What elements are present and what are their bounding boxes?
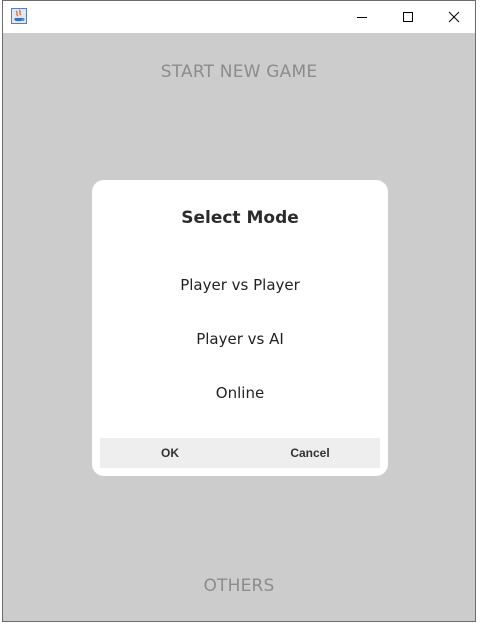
java-app-icon: [11, 8, 27, 24]
minimize-icon: [356, 8, 368, 27]
option-player-vs-ai[interactable]: Player vs AI: [92, 330, 388, 348]
dialog-title: Select Mode: [181, 208, 299, 228]
select-mode-dialog: Select Mode Player vs Player Player vs A…: [92, 180, 388, 476]
maximize-button[interactable]: [385, 1, 431, 33]
close-button[interactable]: [431, 1, 477, 33]
dialog-button-bar: OK Cancel: [100, 438, 380, 468]
title-bar[interactable]: [3, 1, 475, 33]
option-online[interactable]: Online: [92, 384, 388, 402]
cancel-button[interactable]: Cancel: [280, 438, 340, 468]
app-window: START NEW GAME OTHERS Select Mode Player…: [2, 0, 476, 622]
minimize-button[interactable]: [339, 1, 385, 33]
close-icon: [448, 8, 460, 27]
ok-button[interactable]: OK: [140, 438, 200, 468]
others-button[interactable]: OTHERS: [3, 576, 475, 596]
maximize-icon: [402, 8, 414, 27]
start-new-game-button[interactable]: START NEW GAME: [3, 62, 475, 82]
option-player-vs-player[interactable]: Player vs Player: [92, 276, 388, 294]
